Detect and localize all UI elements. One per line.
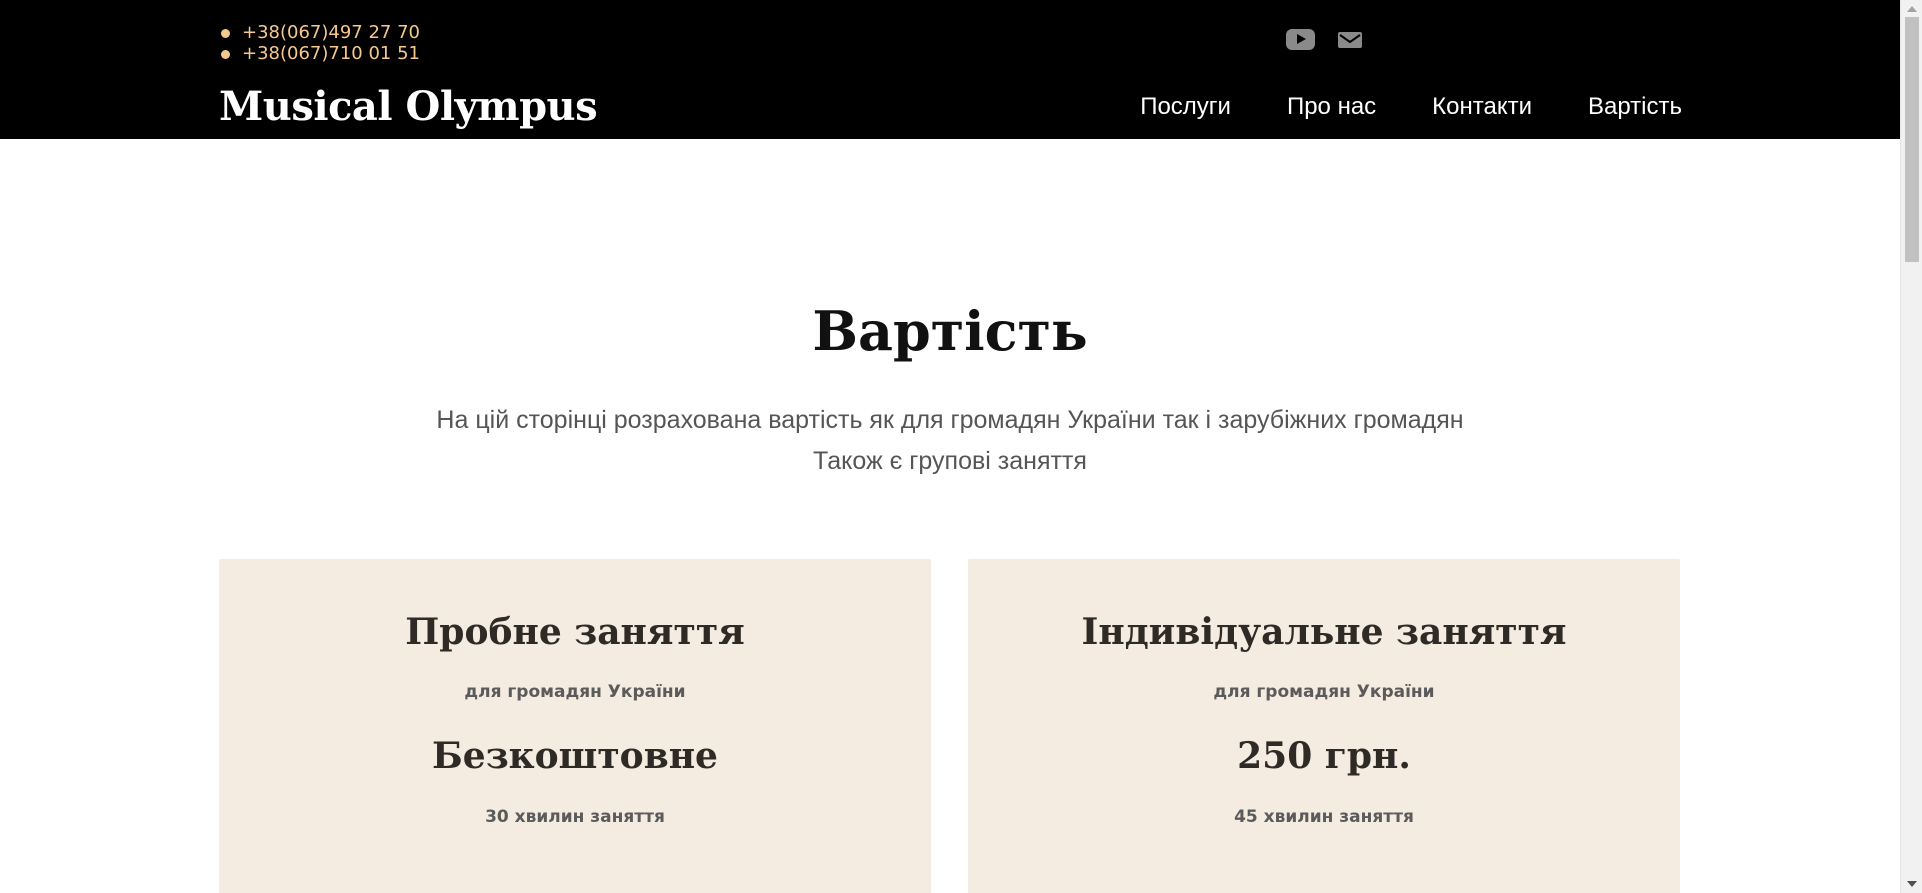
- subtitle-line: На цій сторінці розрахована вартість як …: [436, 406, 1464, 434]
- page-subtitle: На цій сторінці розрахована вартість як …: [0, 400, 1900, 482]
- card-price: Безкоштовне: [432, 735, 718, 777]
- site-logo[interactable]: Musical Olympus: [219, 84, 598, 130]
- scroll-down-arrow-icon[interactable]: [1907, 881, 1917, 887]
- vertical-scrollbar[interactable]: [1900, 0, 1922, 893]
- card-duration: 30 хвилин заняття: [485, 807, 665, 827]
- mail-icon[interactable]: [1337, 30, 1363, 50]
- card-title: Індивідуальне заняття: [1081, 611, 1567, 653]
- nav-services[interactable]: Послуги: [1140, 92, 1231, 122]
- card-audience: для громадян України: [1213, 682, 1435, 702]
- nav-about[interactable]: Про нас: [1287, 92, 1376, 122]
- subtitle-line: Також є групові заняття: [813, 447, 1087, 475]
- card-duration: 45 хвилин заняття: [1234, 807, 1414, 827]
- site-header: +38(067)497 27 70 +38(067)710 01 51 Musi…: [0, 0, 1900, 139]
- scroll-up-arrow-icon[interactable]: [1907, 6, 1917, 12]
- nav-contacts[interactable]: Контакти: [1432, 92, 1532, 122]
- youtube-icon[interactable]: [1286, 29, 1315, 50]
- phone-list: +38(067)497 27 70 +38(067)710 01 51: [219, 22, 420, 64]
- main-nav: Послуги Про нас Контакти Вартість: [1140, 92, 1682, 122]
- phone-number[interactable]: +38(067)710 01 51: [219, 43, 420, 64]
- social-links: [1286, 29, 1363, 50]
- page-title: Вартість: [812, 299, 1088, 363]
- card-audience: для громадян України: [464, 682, 686, 702]
- page: +38(067)497 27 70 +38(067)710 01 51 Musi…: [0, 0, 1900, 893]
- card-title: Пробне заняття: [405, 611, 745, 653]
- pricing-card-trial: Пробне заняття для громадян України Безк…: [219, 559, 931, 893]
- pricing-card-individual: Індивідуальне заняття для громадян Украї…: [968, 559, 1680, 893]
- scrollbar-thumb[interactable]: [1905, 17, 1919, 262]
- phone-number[interactable]: +38(067)497 27 70: [219, 22, 420, 43]
- card-price: 250 грн.: [1237, 735, 1411, 777]
- nav-pricing[interactable]: Вартість: [1588, 92, 1682, 122]
